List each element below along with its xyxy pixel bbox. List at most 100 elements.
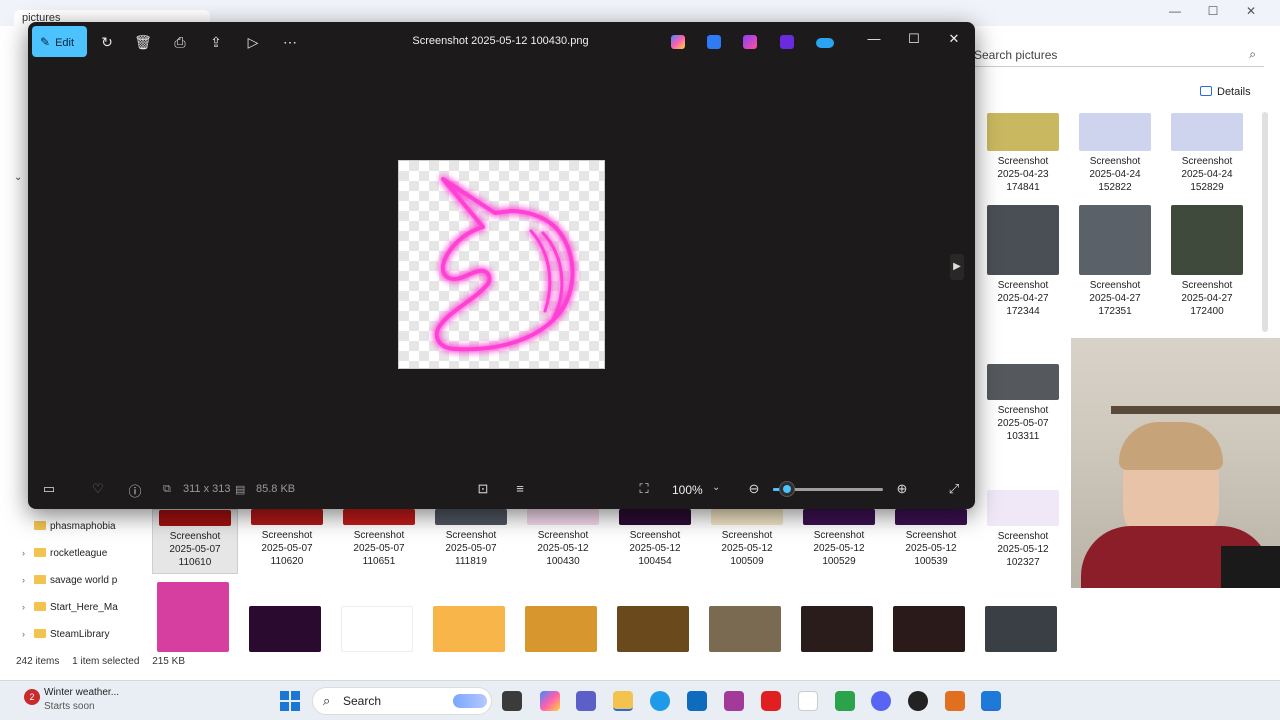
obs-icon[interactable] bbox=[908, 691, 928, 711]
file-explorer-icon[interactable] bbox=[613, 691, 633, 711]
details-label: Details bbox=[1217, 86, 1251, 98]
folder-icon bbox=[34, 629, 46, 638]
unicorn-neon-image bbox=[434, 177, 575, 352]
taskbar-search-label: Search bbox=[343, 694, 382, 708]
zoom-out-icon[interactable]: ⊖ bbox=[744, 481, 764, 497]
chevron-down-icon[interactable]: ⌄ bbox=[14, 172, 22, 183]
game-launcher-icon[interactable] bbox=[945, 691, 965, 711]
favorite-icon[interactable]: ♡ bbox=[88, 481, 108, 497]
edit-button[interactable]: ✎ Edit bbox=[32, 26, 87, 57]
taskbar-search[interactable]: ⌕ Search bbox=[312, 687, 492, 715]
thumbnail-label-2: 2025-04-23 bbox=[997, 169, 1049, 180]
zoom-level[interactable]: 100% bbox=[672, 483, 703, 497]
discord-icon[interactable] bbox=[871, 691, 891, 711]
next-image-button[interactable]: ▶ bbox=[950, 254, 964, 280]
thumbnail-item[interactable]: Screenshot 2025-04-24 152822 bbox=[1072, 113, 1158, 194]
thumbnail-image[interactable] bbox=[985, 606, 1057, 652]
share-icon[interactable]: ⇪ bbox=[205, 32, 227, 52]
chevron-right-icon[interactable]: › bbox=[22, 548, 34, 558]
edge-icon[interactable] bbox=[650, 691, 670, 711]
sidebar-folder-item[interactable]: › SteamLibrary bbox=[22, 629, 128, 640]
thumbnail-item[interactable]: Screenshot 2025-05-12 100539 bbox=[888, 509, 974, 574]
thumbnail-image[interactable] bbox=[157, 582, 229, 652]
thumbnail-label-1: Screenshot bbox=[997, 405, 1049, 416]
filmstrip-icon[interactable]: ▭ bbox=[39, 481, 59, 497]
webcam-overlay bbox=[1071, 338, 1280, 588]
print-icon[interactable]: ⎙ bbox=[169, 32, 191, 52]
image-canvas[interactable] bbox=[398, 160, 605, 369]
thumbnail-label-1: Screenshot bbox=[445, 530, 497, 541]
amazon-icon[interactable] bbox=[798, 691, 818, 711]
onedrive-icon[interactable] bbox=[816, 38, 834, 48]
fullscreen-icon[interactable]: ⤢ bbox=[944, 481, 964, 497]
thumbnail-label-3: 100529 bbox=[822, 556, 856, 567]
task-view-icon[interactable] bbox=[502, 691, 522, 711]
thumbnail-image[interactable] bbox=[341, 606, 413, 652]
thumbnail-image[interactable] bbox=[433, 606, 505, 652]
thumbnail-item[interactable]: Screenshot 2025-04-27 172344 bbox=[980, 205, 1066, 318]
thumbnail-item[interactable]: Screenshot 2025-04-24 152829 bbox=[1164, 113, 1250, 194]
delete-icon[interactable]: 🗑 bbox=[132, 32, 154, 52]
xbox-icon[interactable] bbox=[835, 691, 855, 711]
explorer-scrollbar[interactable] bbox=[1262, 112, 1268, 332]
thumbnail-label-1: Screenshot bbox=[997, 156, 1049, 167]
thumbnail-image[interactable] bbox=[801, 606, 873, 652]
rotate-icon[interactable]: ↻ bbox=[96, 32, 118, 52]
thumbnail-item[interactable]: Screenshot 2025-05-12 100529 bbox=[796, 509, 882, 574]
photos-close-button[interactable]: ✕ bbox=[942, 31, 966, 47]
youtube-icon[interactable] bbox=[761, 691, 781, 711]
thumbnail-image[interactable] bbox=[249, 606, 321, 652]
more-icon[interactable]: ⋯ bbox=[279, 32, 301, 52]
chevron-right-icon[interactable]: › bbox=[22, 575, 34, 585]
chevron-right-icon[interactable]: › bbox=[22, 602, 34, 612]
designer-icon[interactable] bbox=[707, 35, 721, 49]
thumbnail-item[interactable]: Screenshot 2025-05-07 110610 bbox=[152, 509, 238, 574]
thumbnail-image[interactable] bbox=[525, 606, 597, 652]
premiere-icon[interactable] bbox=[780, 35, 794, 49]
thumbnail-image[interactable] bbox=[893, 606, 965, 652]
text-extract-icon[interactable]: ≡ bbox=[510, 481, 530, 496]
zoom-slider-thumb[interactable] bbox=[780, 482, 795, 496]
teams-icon[interactable] bbox=[576, 691, 596, 711]
store-icon[interactable] bbox=[687, 691, 707, 711]
thumbnail-item[interactable]: Screenshot 2025-04-27 172400 bbox=[1164, 205, 1250, 318]
thumbnail-label-1: Screenshot bbox=[1089, 156, 1141, 167]
photos-minimize-button[interactable]: — bbox=[862, 31, 886, 46]
copilot-taskbar-icon[interactable] bbox=[540, 691, 560, 711]
zoom-in-icon[interactable]: ⊕ bbox=[892, 481, 912, 497]
chevron-down-icon[interactable]: ⌄ bbox=[712, 482, 720, 493]
slideshow-icon[interactable]: ▷ bbox=[242, 32, 264, 52]
clipchamp-icon[interactable] bbox=[743, 35, 757, 49]
thumbnail-item[interactable]: Screenshot 2025-05-07 110620 bbox=[244, 509, 330, 574]
explorer-search-input[interactable]: Search pictures ⌕ bbox=[968, 43, 1264, 67]
explorer-close-button[interactable]: ✕ bbox=[1236, 4, 1266, 18]
photos-taskbar-icon[interactable] bbox=[981, 691, 1001, 711]
photos-maximize-button[interactable]: ☐ bbox=[902, 31, 926, 47]
thumbnail-item[interactable]: Screenshot 2025-05-12 100454 bbox=[612, 509, 698, 574]
chevron-right-icon[interactable]: › bbox=[22, 629, 34, 639]
thumbnail-item[interactable]: Screenshot 2025-05-12 100509 bbox=[704, 509, 790, 574]
thumbnail-image bbox=[1079, 113, 1151, 151]
start-button[interactable] bbox=[280, 691, 300, 711]
thumbnail-item[interactable]: Screenshot 2025-05-12 100430 bbox=[520, 509, 606, 574]
explorer-minimize-button[interactable]: — bbox=[1160, 4, 1190, 18]
thumbnail-item[interactable]: Screenshot 2025-05-12 102327 bbox=[980, 490, 1066, 574]
thumbnail-item[interactable]: Screenshot 2025-04-23 174841 bbox=[980, 113, 1066, 194]
thumbnail-item[interactable]: Screenshot 2025-05-07 111819 bbox=[428, 509, 514, 574]
explorer-maximize-button[interactable]: ☐ bbox=[1198, 4, 1228, 18]
clipchamp-taskbar-icon[interactable] bbox=[724, 691, 744, 711]
info-icon[interactable]: ⓘ bbox=[125, 481, 145, 500]
sidebar-folder-item[interactable]: › savage world p bbox=[22, 575, 128, 586]
thumbnail-item[interactable]: Screenshot 2025-04-27 172351 bbox=[1072, 205, 1158, 318]
thumbnail-image[interactable] bbox=[617, 606, 689, 652]
thumbnail-item[interactable]: Screenshot 2025-05-07 103311 bbox=[980, 364, 1066, 443]
thumbnail-item[interactable]: Screenshot 2025-05-07 110651 bbox=[336, 509, 422, 574]
sidebar-folder-item[interactable]: phasmaphobia bbox=[22, 521, 128, 532]
visual-search-icon[interactable]: ⊡ bbox=[473, 481, 493, 497]
sidebar-folder-item[interactable]: › Start_Here_Ma bbox=[22, 602, 128, 613]
copilot-icon[interactable] bbox=[671, 35, 685, 49]
details-button[interactable]: Details bbox=[1200, 86, 1251, 98]
fit-to-window-icon[interactable]: ⛶ bbox=[634, 481, 654, 497]
sidebar-folder-item[interactable]: › rocketleague bbox=[22, 548, 128, 559]
thumbnail-image[interactable] bbox=[709, 606, 781, 652]
